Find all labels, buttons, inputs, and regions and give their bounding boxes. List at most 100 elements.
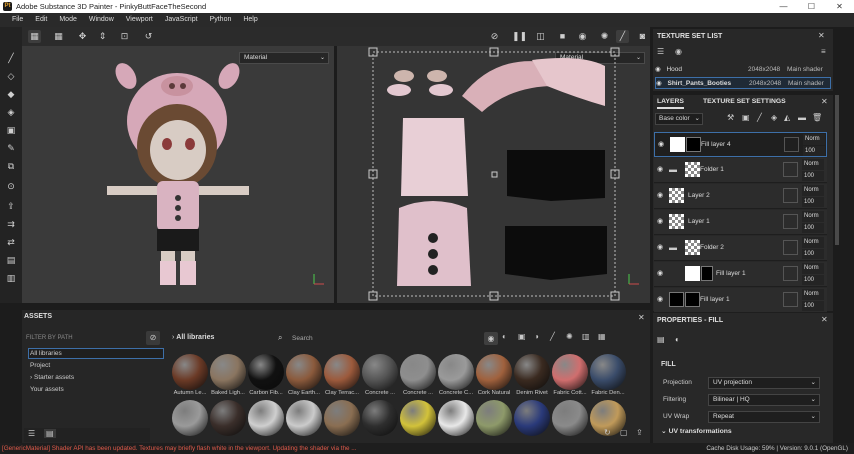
color-picker-icon[interactable]: ⊙: [4, 179, 18, 193]
material-thumbnail[interactable]: [552, 400, 588, 436]
viewport-2d[interactable]: Material ⌄: [337, 46, 650, 303]
layer-mask-slot[interactable]: [783, 188, 798, 203]
layer-opacity[interactable]: 100: [802, 197, 824, 207]
category-all-libraries[interactable]: All libraries: [30, 350, 62, 357]
eye-icon[interactable]: ◉: [658, 141, 667, 149]
uvwrap-select[interactable]: Repeat ⌄: [708, 411, 820, 423]
eye-icon[interactable]: ◉: [657, 244, 666, 252]
material-thumbnail[interactable]: [248, 354, 284, 390]
frame-icon[interactable]: ⊡: [118, 30, 131, 43]
display-mode-icon[interactable]: ◉: [576, 30, 589, 43]
close-icon[interactable]: ✕: [818, 31, 825, 40]
layer-mask-slot[interactable]: [783, 162, 798, 177]
add-paint-layer-icon[interactable]: ╱: [757, 113, 762, 122]
import-icon[interactable]: ⇪: [636, 428, 643, 437]
material-thumbnail[interactable]: [248, 400, 284, 436]
eraser-icon[interactable]: ◇: [4, 69, 18, 83]
eye-icon[interactable]: ◉: [657, 166, 666, 174]
grid-view-icon[interactable]: ▦: [28, 30, 41, 43]
material-thumbnail[interactable]: [210, 354, 246, 390]
layer-mask-slot[interactable]: [783, 214, 798, 229]
refresh-icon[interactable]: ↻: [604, 428, 611, 437]
layer-blend-mode[interactable]: Norm: [802, 237, 824, 248]
layer-blend-mode[interactable]: Norm: [802, 211, 824, 222]
add-fill-icon[interactable]: ◭: [784, 113, 790, 122]
category-project[interactable]: Project: [30, 362, 50, 369]
material-thumbnail[interactable]: [324, 400, 360, 436]
filter-materials-icon[interactable]: ◉: [484, 332, 498, 345]
smudge-icon[interactable]: ✎: [4, 141, 18, 155]
library-breadcrumb[interactable]: › All libraries: [172, 334, 214, 341]
layer-blend-mode[interactable]: Norm: [802, 159, 824, 170]
library-icon[interactable]: ▤: [4, 253, 18, 267]
material-thumbnail[interactable]: [400, 400, 436, 436]
material-thumbnail[interactable]: [438, 354, 474, 390]
split-view-icon[interactable]: ◫: [534, 30, 547, 43]
material-thumbnail[interactable]: [514, 354, 550, 390]
add-effect-icon[interactable]: ⚒: [727, 113, 734, 122]
fill-properties-icon[interactable]: ▤: [657, 335, 669, 347]
texture-set-row-selected[interactable]: ◉ Shirt_Pants_Booties 2048x2048 Main sha…: [655, 77, 831, 89]
delete-icon[interactable]: 🗑: [812, 113, 822, 122]
material-thumbnail[interactable]: [400, 354, 436, 390]
add-folder-icon[interactable]: ▬: [798, 113, 806, 122]
layer-blend-mode[interactable]: Norm: [803, 134, 825, 145]
close-icon[interactable]: ✕: [638, 313, 645, 322]
filter-tools-icon[interactable]: ▦: [598, 332, 606, 341]
search-input[interactable]: Search: [292, 335, 313, 342]
add-mask-icon[interactable]: ▣: [742, 113, 750, 122]
new-folder-icon[interactable]: ▢: [620, 428, 628, 437]
projection-icon[interactable]: ◆: [4, 87, 18, 101]
layer-row[interactable]: ◉ Fill layer 1 Norm 100: [654, 262, 827, 287]
material-thumbnail[interactable]: [476, 400, 512, 436]
layers-stack-icon[interactable]: ☰: [657, 47, 664, 56]
close-icon[interactable]: ✕: [821, 97, 828, 106]
tab-layers[interactable]: LAYERS: [657, 95, 684, 109]
eye-icon[interactable]: ◉: [655, 66, 661, 73]
category-your-assets[interactable]: Your assets: [30, 386, 64, 393]
layer-mask-slot[interactable]: [783, 240, 798, 255]
layer-mask-slot[interactable]: [783, 266, 798, 281]
filter-filters-icon[interactable]: ◑: [534, 332, 539, 341]
material-thumbnail[interactable]: [172, 400, 208, 436]
filter-brushes-icon[interactable]: ╱: [550, 332, 555, 341]
material-thumbnail[interactable]: [476, 354, 512, 390]
layer-opacity[interactable]: 100: [802, 301, 824, 311]
history-icon[interactable]: ↺: [142, 30, 155, 43]
projection-select[interactable]: UV projection ⌄: [708, 377, 820, 389]
move-tool-icon[interactable]: ✥: [76, 30, 89, 43]
filter-environments-icon[interactable]: ▥: [582, 332, 590, 341]
list-view-icon[interactable]: ☰: [28, 429, 35, 438]
layer-opacity[interactable]: 100: [802, 249, 824, 259]
close-icon[interactable]: ✕: [826, 0, 853, 13]
geometry-fill-icon[interactable]: ◈: [4, 105, 18, 119]
camera-icon[interactable]: ■: [556, 30, 569, 43]
layer-row[interactable]: ◉ ▬ Folder 2 Norm 100: [654, 236, 827, 261]
brush-mode-icon[interactable]: ╱: [616, 30, 629, 43]
bake-icon[interactable]: ⇉: [4, 217, 18, 231]
layer-opacity[interactable]: 100: [803, 146, 825, 156]
layer-row[interactable]: ◉ Layer 2 Norm 100: [654, 184, 827, 209]
layer-row[interactable]: ◉ Layer 1 Norm 100: [654, 210, 827, 235]
menu-edit[interactable]: Edit: [29, 13, 53, 27]
menu-javascript[interactable]: JavaScript: [159, 13, 204, 27]
eye-icon[interactable]: ◉: [657, 218, 666, 226]
material-thumbnail[interactable]: [552, 354, 588, 390]
tab-texture-set-settings[interactable]: TEXTURE SET SETTINGS: [703, 95, 786, 109]
grid-options-icon[interactable]: ▦: [52, 30, 65, 43]
layer-blend-mode[interactable]: Norm: [802, 289, 824, 300]
export-icon[interactable]: ⇪: [4, 199, 18, 213]
material-thumbnail[interactable]: [172, 354, 208, 390]
material-thumbnail[interactable]: [438, 400, 474, 436]
camera-off-icon[interactable]: ⊘: [488, 30, 501, 43]
menu-window[interactable]: Window: [83, 13, 120, 27]
plugin-icon[interactable]: ▥: [4, 271, 18, 285]
maximize-icon[interactable]: ☐: [798, 0, 825, 13]
layer-blend-mode[interactable]: Norm: [802, 263, 824, 274]
layer-row[interactable]: ◉ Fill layer 1 Norm 100: [654, 288, 827, 313]
material-properties-icon[interactable]: ◐: [675, 335, 687, 347]
paint-brush-icon[interactable]: ╱: [4, 51, 18, 65]
layer-opacity[interactable]: 100: [802, 223, 824, 233]
material-thumbnail[interactable]: [514, 400, 550, 436]
material-thumbnail[interactable]: [210, 400, 246, 436]
